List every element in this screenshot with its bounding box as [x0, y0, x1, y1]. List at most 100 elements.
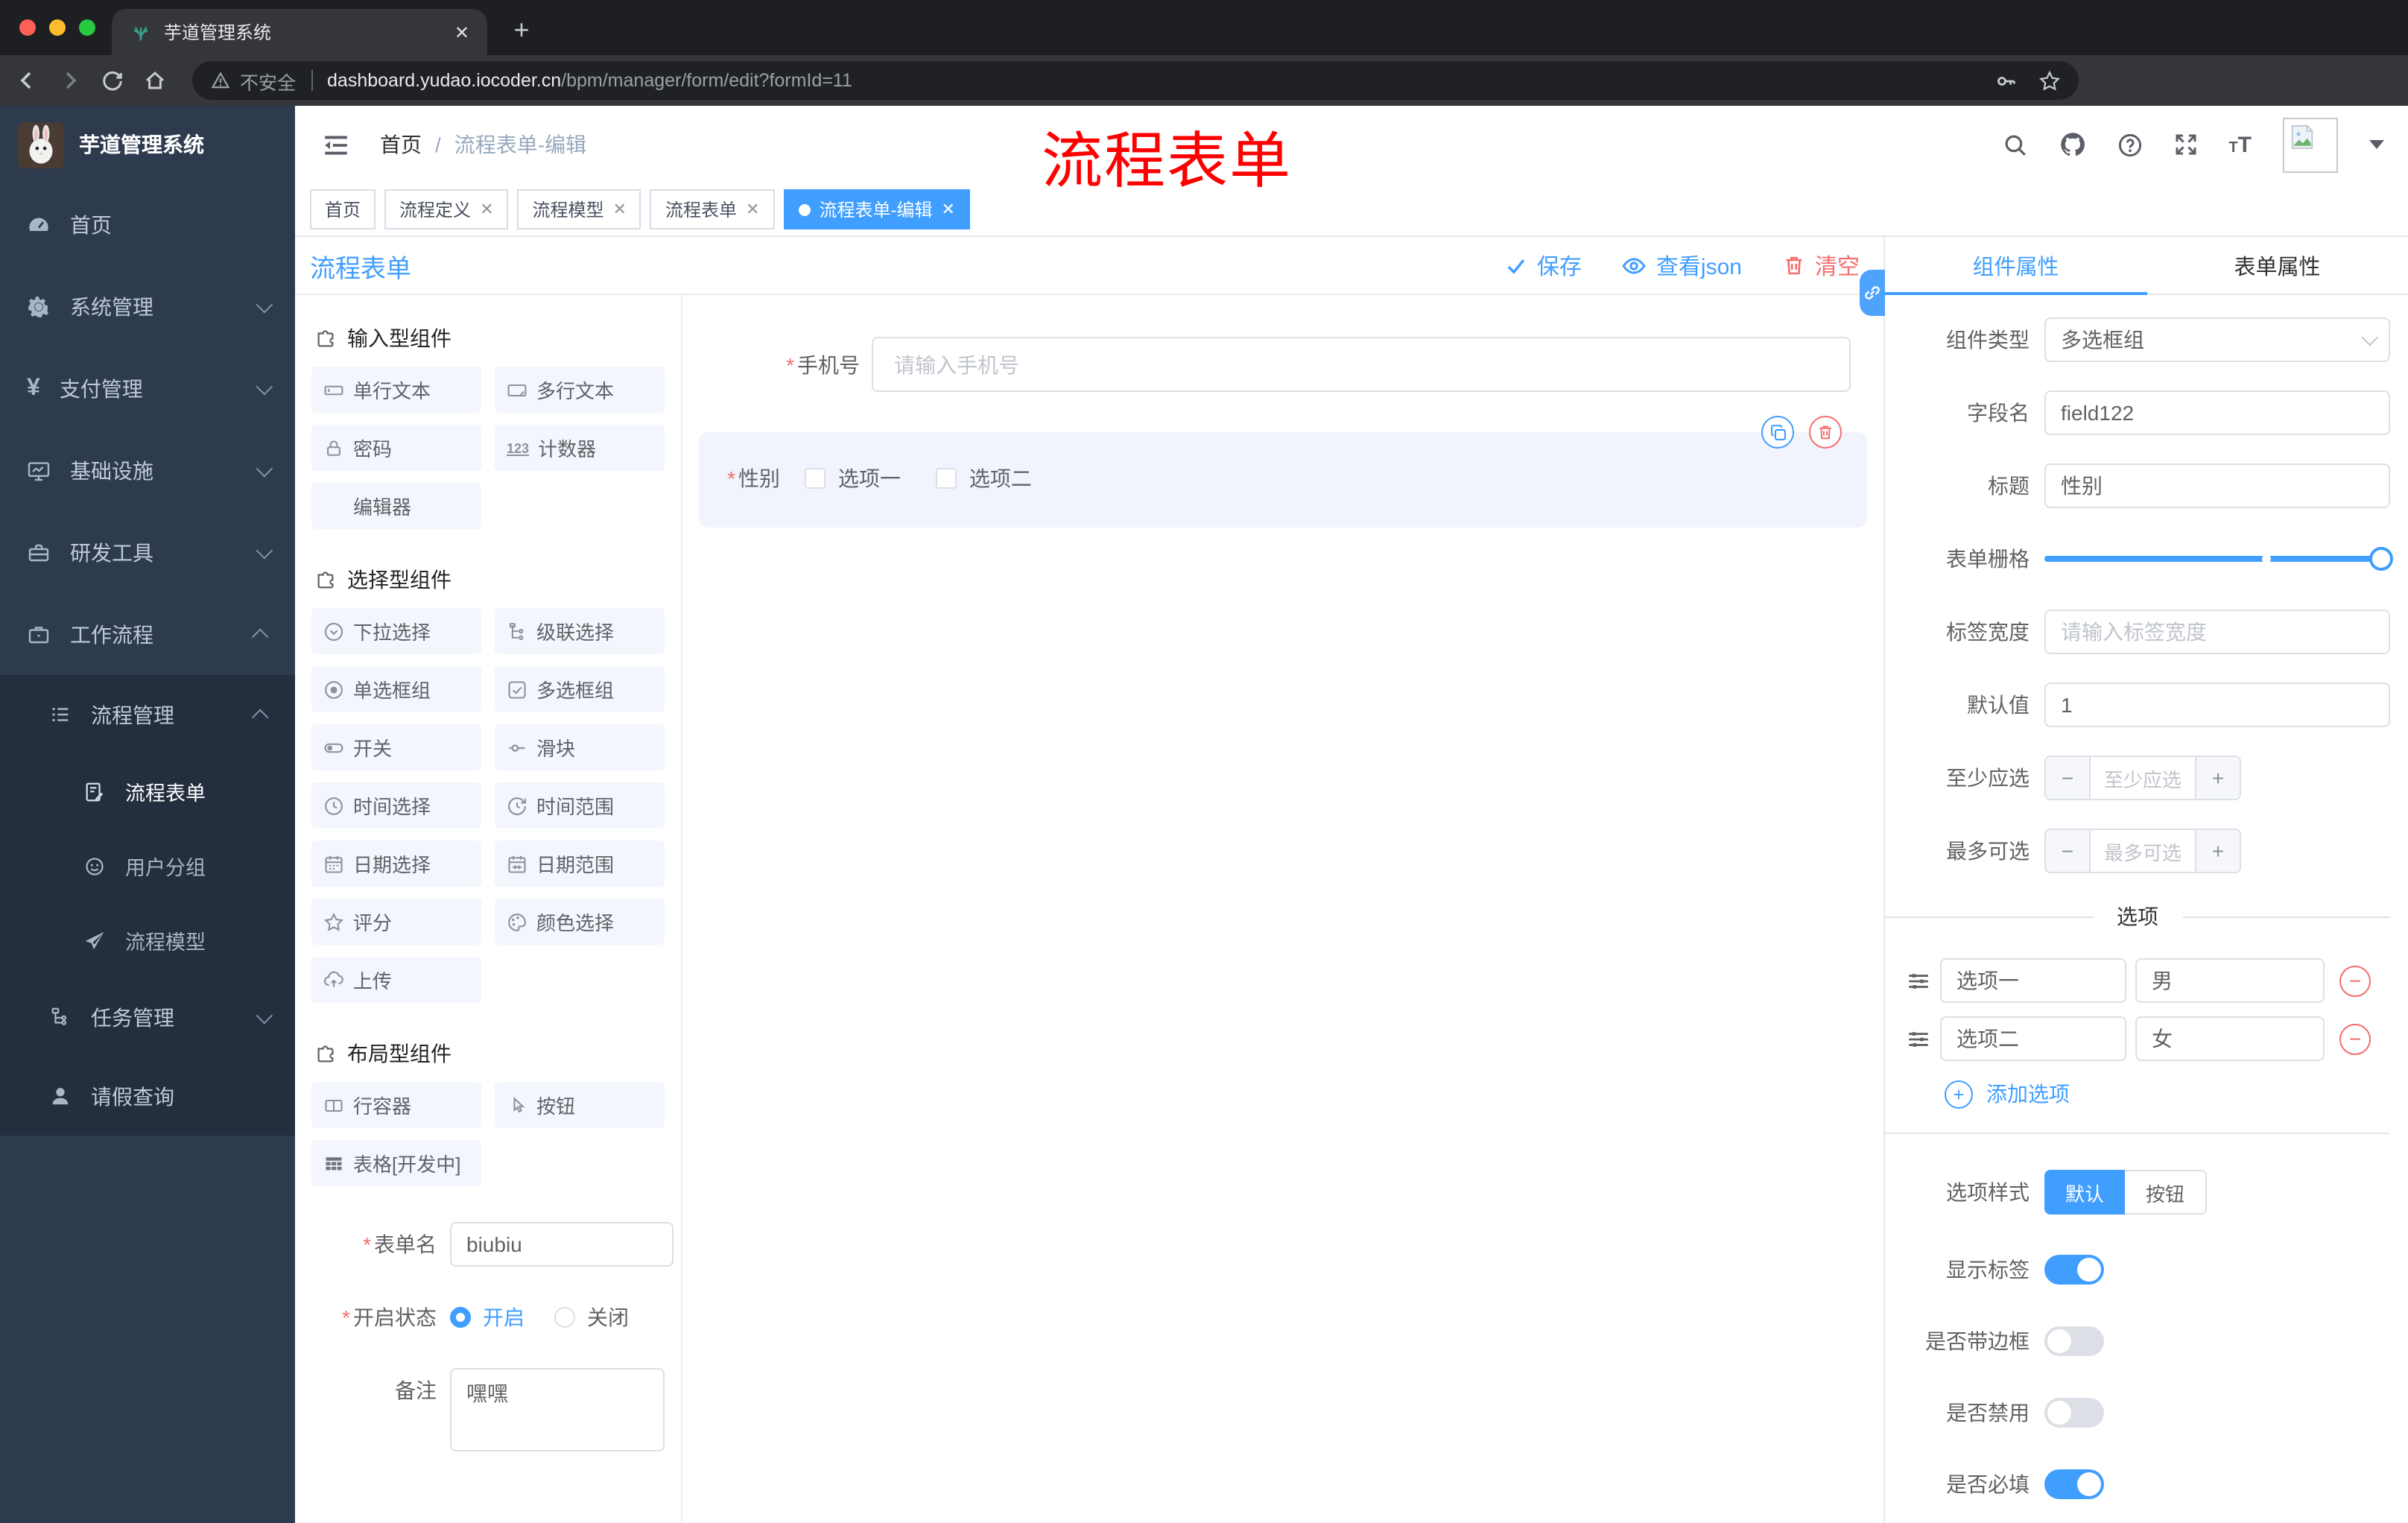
status-on-option[interactable]: 开启 [483, 1295, 525, 1340]
palette-item-checkbox-group[interactable]: 多选框组 [495, 666, 665, 712]
palette-item-single-text[interactable]: 单行文本 [311, 367, 481, 413]
radio-on-icon[interactable] [450, 1307, 471, 1328]
phone-field-row[interactable]: * 手机号 [682, 337, 1851, 392]
sidebar-item-home[interactable]: 首页 [0, 183, 295, 265]
palette-item-slider[interactable]: 滑块 [495, 724, 665, 770]
form-name-input[interactable] [450, 1222, 674, 1267]
sidebar-item-process-form[interactable]: 流程表单 [0, 754, 295, 829]
palette-item-button[interactable]: 按钮 [495, 1082, 665, 1128]
close-window-button[interactable] [19, 19, 36, 36]
palette-item-counter[interactable]: 123 计数器 [495, 425, 665, 471]
tag-process-model[interactable]: 流程模型 ✕ [517, 189, 641, 229]
breadcrumb-home[interactable]: 首页 [380, 130, 422, 159]
tab-form-props[interactable]: 表单属性 [2146, 237, 2408, 294]
grid-slider[interactable] [2044, 536, 2393, 581]
font-size-icon[interactable]: TT [2228, 132, 2252, 157]
label-width-input[interactable] [2044, 609, 2390, 654]
copy-component-button[interactable] [1761, 416, 1794, 449]
caret-down-icon[interactable] [2369, 140, 2384, 156]
bookmark-star-icon[interactable] [2038, 69, 2061, 92]
palette-item-multi-text[interactable]: 多行文本 [495, 367, 665, 413]
show-label-toggle[interactable] [2044, 1255, 2104, 1285]
gender-option1-label[interactable]: 选项一 [838, 463, 901, 493]
default-value-input[interactable] [2044, 683, 2390, 727]
fullscreen-icon[interactable] [2173, 133, 2197, 156]
maximize-window-button[interactable] [79, 19, 95, 36]
min-select-stepper[interactable]: − 至少应选 + [2044, 756, 2241, 800]
palette-item-date-picker[interactable]: 日期选择 [311, 840, 481, 887]
close-icon[interactable]: ✕ [480, 200, 493, 219]
sidebar-item-devtools[interactable]: 研发工具 [0, 511, 295, 593]
drag-handle-icon[interactable] [1906, 968, 1931, 993]
palette-item-date-range[interactable]: 日期范围 [495, 840, 665, 887]
reload-icon[interactable] [101, 69, 124, 92]
drag-handle-icon[interactable] [1906, 1026, 1931, 1051]
palette-item-rate[interactable]: 评分 [311, 899, 481, 945]
palette-item-table[interactable]: 表格[开发中] [311, 1140, 481, 1186]
palette-item-radio-group[interactable]: 单选框组 [311, 666, 481, 712]
sidebar-item-process-model[interactable]: 流程模型 [0, 903, 295, 978]
tab-component-props[interactable]: 组件属性 [1885, 237, 2146, 294]
sidebar-item-user-group[interactable]: 用户分组 [0, 829, 295, 903]
max-select-value[interactable]: 最多可选 [2089, 830, 2196, 872]
palette-item-color-picker[interactable]: 颜色选择 [495, 899, 665, 945]
sidebar-item-system[interactable]: 系统管理 [0, 265, 295, 347]
palette-item-time-range[interactable]: 时间范围 [495, 782, 665, 829]
view-json-button[interactable]: 查看json [1622, 250, 1742, 281]
forward-icon[interactable] [58, 69, 82, 92]
palette-item-row-container[interactable]: 行容器 [311, 1082, 481, 1128]
palette-item-password[interactable]: 密码 [311, 425, 481, 471]
tag-process-form[interactable]: 流程表单 ✕ [650, 189, 775, 229]
minimize-window-button[interactable] [49, 19, 66, 36]
remove-option-icon[interactable]: − [2339, 965, 2371, 996]
palette-item-cascader[interactable]: 级联选择 [495, 608, 665, 654]
tab-close-icon[interactable]: ✕ [454, 22, 469, 42]
minus-icon[interactable]: − [2046, 830, 2089, 872]
style-button-button[interactable]: 按钮 [2125, 1170, 2208, 1215]
tag-process-definition[interactable]: 流程定义 ✕ [384, 189, 509, 229]
option2-value-input[interactable] [2135, 1016, 2325, 1061]
border-toggle[interactable] [2044, 1326, 2104, 1356]
key-icon[interactable] [1995, 69, 2018, 92]
style-default-button[interactable]: 默认 [2044, 1170, 2126, 1215]
gender-option2-label[interactable]: 选项二 [969, 463, 1032, 493]
min-select-value[interactable]: 至少应选 [2089, 757, 2196, 799]
plus-icon[interactable]: + [2196, 830, 2240, 872]
selected-component-gender[interactable]: * 性别 选项一 选项二 [699, 416, 1867, 528]
palette-item-upload[interactable]: 上传 [311, 957, 481, 1003]
field-name-input[interactable] [2044, 390, 2390, 435]
close-icon[interactable]: ✕ [613, 200, 627, 219]
plus-icon[interactable]: + [2196, 757, 2240, 799]
window-controls[interactable] [19, 19, 95, 36]
checkbox-icon[interactable] [805, 468, 826, 489]
sidebar-item-payment[interactable]: ¥ 支付管理 [0, 347, 295, 429]
remove-option-icon[interactable]: − [2339, 1023, 2371, 1054]
required-toggle[interactable] [2044, 1469, 2104, 1499]
palette-item-editor[interactable]: 编辑器 [311, 483, 481, 529]
back-icon[interactable] [15, 69, 39, 92]
title-input[interactable] [2044, 463, 2390, 508]
form-canvas[interactable]: *手机号 *性别 选项一 [682, 295, 1883, 1523]
minus-icon[interactable]: − [2046, 757, 2089, 799]
new-tab-button[interactable]: + [504, 12, 539, 48]
disabled-toggle[interactable] [2044, 1398, 2104, 1428]
form-remark-textarea[interactable]: 嘿嘿 [450, 1368, 665, 1451]
sidebar-item-task-mgmt[interactable]: 任务管理 [0, 978, 295, 1057]
close-icon[interactable]: ✕ [746, 200, 759, 219]
sidebar-item-workflow[interactable]: 工作流程 [0, 593, 295, 675]
sidebar-item-infra[interactable]: 基础设施 [0, 429, 295, 511]
radio-off-icon[interactable] [554, 1307, 575, 1328]
option2-label-input[interactable] [1940, 1016, 2126, 1061]
palette-item-switch[interactable]: 开关 [311, 724, 481, 770]
component-type-select[interactable]: 多选框组 [2044, 317, 2390, 362]
status-off-option[interactable]: 关闭 [587, 1295, 629, 1340]
help-icon[interactable] [2117, 132, 2142, 157]
option1-value-input[interactable] [2135, 958, 2325, 1003]
phone-input[interactable] [872, 337, 1851, 392]
add-option-button[interactable]: + 添加选项 [1945, 1079, 2390, 1109]
save-button[interactable]: 保存 [1506, 250, 1582, 281]
sidebar-item-leave-query[interactable]: 请假查询 [0, 1057, 295, 1136]
sidebar-item-process-mgmt[interactable]: 流程管理 [0, 675, 295, 754]
browser-tab[interactable]: 芋道管理系统 ✕ [112, 9, 487, 55]
sidebar-logo[interactable]: 芋道管理系统 [0, 106, 295, 183]
